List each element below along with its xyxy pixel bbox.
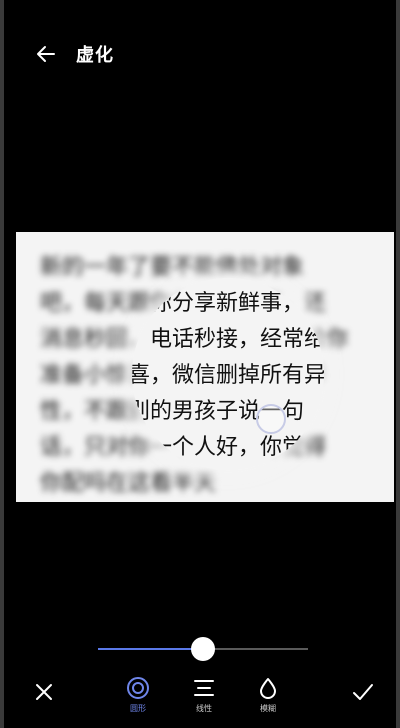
blur-strength-slider[interactable]	[98, 636, 308, 662]
sharp-line: 准备小惊喜，微信删掉所有异	[132, 363, 324, 388]
back-button[interactable]	[26, 34, 66, 74]
page-title: 虚化	[76, 45, 114, 66]
bottom-toolbar: 圆形 线性 模糊	[6, 670, 394, 728]
sharp-line: 消息秒回，电话秒接，经常给你	[132, 327, 324, 352]
sharp-text-block: 新的一年了要不能佛处对象 吧，每天跟你分享新鲜事，还 消息秒回，电话秒接，经常给…	[132, 278, 324, 470]
linear-mode-icon	[194, 680, 214, 696]
check-icon	[353, 684, 373, 700]
editor-screen: 虚化 新的一年了要不能佛处对象 吧，每天跟你分享新鲜事，还 消息秒回，电话秒接，…	[6, 0, 394, 728]
photo-preview[interactable]: 新的一年了要不能佛处对象 吧，每天跟你分享新鲜事，还 消息秒回，电话秒接，经常给…	[16, 232, 394, 502]
header-bar: 虚化	[6, 30, 394, 78]
cancel-button[interactable]	[34, 682, 54, 702]
device-frame-right	[396, 0, 400, 728]
circle-mode-label: 圆形	[130, 704, 146, 713]
focus-center-handle[interactable]	[256, 404, 286, 434]
drop-icon	[260, 678, 276, 699]
slider-thumb[interactable]	[191, 637, 215, 661]
blur-mode-button[interactable]: 模糊	[256, 676, 280, 714]
circle-mode-icon	[127, 677, 149, 699]
linear-mode-button[interactable]: 线性	[192, 676, 216, 714]
slider-fill	[98, 648, 203, 650]
confirm-button[interactable]	[352, 682, 374, 702]
focus-circle[interactable]: 新的一年了要不能佛处对象 吧，每天跟你分享新鲜事，还 消息秒回，电话秒接，经常给…	[132, 278, 324, 470]
sharp-line: 新的一年了要不能佛处对象	[132, 278, 324, 286]
sharp-line: 话，只对你一个人好，你觉得	[132, 435, 324, 460]
sharp-line: 吧，每天跟你分享新鲜事，还	[132, 291, 324, 316]
blurred-line: 你配吗在这看半天	[40, 471, 217, 496]
blur-mode-label: 模糊	[260, 704, 276, 713]
device-frame-left	[0, 0, 4, 728]
sharp-line: 你配吗在这看半天	[132, 466, 324, 470]
circle-mode-button[interactable]: 圆形	[126, 676, 150, 714]
sharp-line: 性，不跟别的男孩子说一句	[132, 399, 305, 424]
arrow-left-icon	[37, 46, 55, 62]
close-icon	[36, 684, 52, 700]
linear-mode-label: 线性	[196, 704, 212, 713]
